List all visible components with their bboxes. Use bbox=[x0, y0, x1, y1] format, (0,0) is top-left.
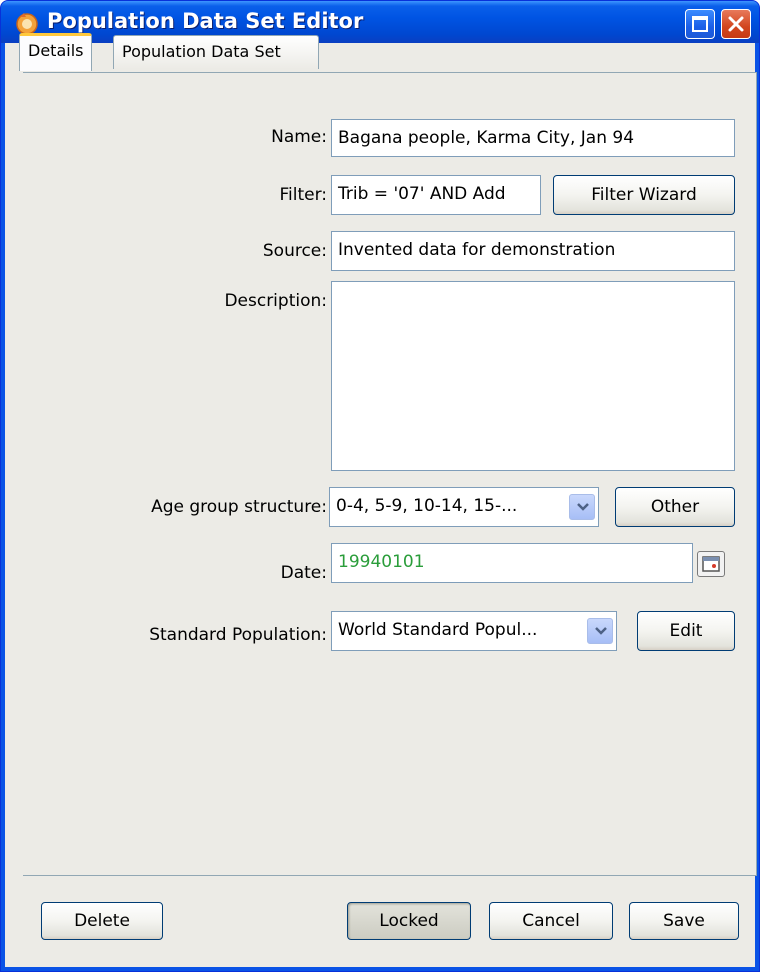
edit-button[interactable]: Edit bbox=[637, 611, 735, 651]
window-title: Population Data Set Editor bbox=[47, 9, 364, 33]
name-label: Name: bbox=[271, 127, 327, 147]
filter-input[interactable]: Trib = '07' AND Add bbox=[331, 175, 541, 215]
maximize-icon bbox=[692, 16, 708, 32]
chevron-down-icon bbox=[595, 627, 607, 635]
locked-button[interactable]: Locked bbox=[347, 902, 471, 940]
date-picker-button[interactable] bbox=[697, 551, 725, 577]
source-input[interactable]: Invented data for demonstration bbox=[331, 231, 735, 271]
description-textarea[interactable] bbox=[331, 281, 735, 471]
tab-details[interactable]: Details bbox=[19, 33, 93, 71]
save-button[interactable]: Save bbox=[629, 902, 739, 940]
chevron-down-icon bbox=[577, 503, 589, 511]
age-group-select[interactable]: 0-4, 5-9, 10-14, 15-... bbox=[329, 487, 599, 527]
standard-population-label: Standard Population: bbox=[149, 625, 327, 645]
maximize-button[interactable] bbox=[685, 9, 715, 39]
standard-population-dropdown-button[interactable] bbox=[587, 618, 613, 644]
description-label: Description: bbox=[224, 291, 327, 311]
delete-button[interactable]: Delete bbox=[41, 902, 163, 940]
date-input[interactable]: 19940101 bbox=[331, 543, 693, 583]
window-bottom-border bbox=[1, 967, 759, 971]
calendar-icon bbox=[702, 556, 720, 572]
standard-population-value: World Standard Popul... bbox=[338, 620, 538, 640]
age-group-value: 0-4, 5-9, 10-14, 15-... bbox=[336, 496, 518, 516]
date-label: Date: bbox=[280, 563, 327, 583]
app-icon bbox=[16, 13, 38, 35]
source-label: Source: bbox=[262, 241, 327, 261]
other-button[interactable]: Other bbox=[615, 487, 735, 527]
tab-population-data-set[interactable]: Population Data Set bbox=[113, 35, 319, 69]
filter-label: Filter: bbox=[279, 185, 327, 205]
close-button[interactable] bbox=[721, 9, 751, 39]
age-group-label: Age group structure: bbox=[151, 497, 327, 517]
standard-population-select[interactable]: World Standard Popul... bbox=[331, 611, 617, 651]
close-icon bbox=[728, 16, 744, 32]
age-group-dropdown-button[interactable] bbox=[569, 494, 595, 520]
editor-window: Population Data Set Editor Details Popul… bbox=[0, 0, 760, 972]
cancel-button[interactable]: Cancel bbox=[489, 902, 613, 940]
filter-wizard-button[interactable]: Filter Wizard bbox=[553, 175, 735, 215]
name-input[interactable]: Bagana people, Karma City, Jan 94 bbox=[331, 119, 735, 157]
